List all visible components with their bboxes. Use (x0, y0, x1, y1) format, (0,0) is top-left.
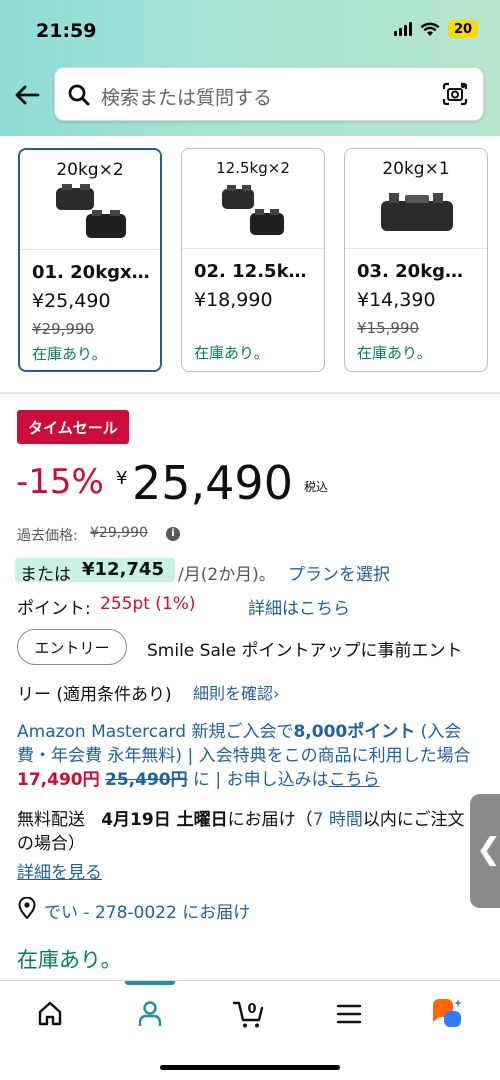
card-offer-text: Amazon Mastercard 新規ご入会で (17, 722, 294, 742)
tax-label: 税込 (304, 480, 329, 494)
variation-card-2[interactable]: 12.5kg×2 02. 12.5k… ¥18,990 在庫あり。 (181, 148, 325, 372)
card-offer-original-price: 25,490円 (105, 770, 188, 790)
variation-image: 20kg×1 (345, 149, 487, 249)
location-pin-icon (18, 897, 36, 919)
variation-price: ¥14,390 (357, 289, 436, 311)
free-shipping-label: 無料配送 (17, 810, 85, 830)
time-sale-badge: タイムセール (17, 410, 129, 444)
price-value: 25,490 (132, 456, 293, 510)
menu-icon[interactable] (332, 997, 366, 1031)
installment-or-label: または (20, 565, 71, 585)
variation-card-3[interactable]: 20kg×1 03. 20kg… ¥14,390 ¥15,990 在庫あり。 (344, 148, 488, 372)
smile-sale-terms-link[interactable]: 細則を確認› (193, 680, 279, 704)
nav-active-indicator (125, 981, 175, 985)
dumbbell-single-image (381, 193, 453, 231)
card-offer-apply-link[interactable]: こちら (329, 770, 380, 790)
card-offer-text-3: に | お申し込みは (187, 770, 329, 790)
delivery-date: 4月19日 土曜日 (101, 810, 228, 830)
cart-icon[interactable]: 0 (232, 997, 266, 1031)
variation-name: 01. 20kgx… (32, 262, 150, 283)
dumbbell-pair-image (222, 185, 284, 235)
wifi-icon (420, 22, 440, 36)
info-icon[interactable]: i (166, 527, 180, 541)
section-divider (0, 392, 500, 394)
chevron-left-icon: ❮ (476, 832, 500, 867)
side-drawer-tab[interactable]: ❮ (470, 794, 500, 908)
back-arrow-icon[interactable] (12, 80, 42, 110)
bottom-navigation: 0 (0, 980, 500, 1080)
delivery-location-link[interactable]: でい - 278-0022 にお届け (44, 898, 250, 923)
points-value: 255pt (1%) (100, 594, 196, 614)
variation-selector: 20kg×2 01. 20kgx… ¥25,490 ¥29,990 在庫あり。 … (0, 136, 500, 392)
variation-name: 02. 12.5k… (194, 261, 307, 282)
home-indicator (160, 1065, 340, 1070)
variation-stock: 在庫あり。 (194, 344, 269, 362)
status-time: 21:59 (36, 20, 97, 42)
card-offer-points: 8,000ポイント (293, 722, 416, 742)
delivery-suffix: にお届け（ (227, 810, 313, 830)
installment-amount: ¥12,745 (82, 559, 164, 580)
dumbbell-pair-image (56, 184, 126, 238)
card-offer-discounted-price: 17,490円 (17, 770, 100, 790)
past-price: ¥29,990 (90, 525, 148, 541)
smile-sale-text: Smile Sale ポイントアップに事前エント (147, 641, 463, 661)
stock-status: 在庫あり。 (17, 948, 122, 972)
entry-button[interactable]: エントリー (17, 629, 127, 665)
variation-price: ¥25,490 (32, 290, 111, 312)
variation-image-label: 20kg×2 (56, 160, 124, 180)
points-label: ポイント: (17, 599, 91, 619)
camera-search-icon[interactable] (441, 80, 469, 108)
delivery-info: 無料配送 4月19日 土曜日にお届け（7 時間以内にご注文の場合） (17, 808, 477, 856)
delivery-hours: 7 時間 (312, 810, 363, 830)
battery-icon: 20 (448, 20, 478, 38)
home-icon[interactable] (33, 997, 67, 1031)
variation-image-label: 12.5kg×2 (216, 159, 290, 177)
past-price-label: 過去価格: (17, 528, 78, 544)
smile-sale-text-cont: リー (適用条件あり) (17, 685, 172, 705)
account-icon[interactable] (133, 997, 167, 1031)
points-details-link[interactable]: 詳細はこちら (248, 594, 350, 619)
discount-percent: -15% (16, 462, 104, 502)
app-header: 21:59 20 検索または質問する (0, 0, 500, 136)
search-input[interactable]: 検索または質問する (54, 67, 484, 121)
variation-old-price: ¥15,990 (357, 319, 420, 337)
variation-stock: 在庫あり。 (357, 344, 432, 362)
installment-period: /月(2か月)。 (178, 565, 276, 585)
variation-image-label: 20kg×1 (382, 159, 450, 179)
variation-image: 12.5kg×2 (182, 149, 324, 249)
variation-price: ¥18,990 (194, 289, 273, 311)
variation-image: 20kg×2 (20, 150, 160, 250)
currency-symbol: ¥ (116, 468, 128, 489)
card-offer-promo[interactable]: Amazon Mastercard 新規ご入会で8,000ポイント (入会費・年… (17, 720, 487, 792)
variation-card-1[interactable]: 20kg×2 01. 20kgx… ¥25,490 ¥29,990 在庫あり。 (18, 148, 162, 372)
signal-icon (394, 22, 412, 36)
variation-name: 03. 20kg… (357, 261, 464, 282)
delivery-details-link[interactable]: 詳細を見る (17, 858, 102, 883)
select-plan-link[interactable]: プランを選択 (288, 560, 390, 585)
rufus-assistant-icon[interactable] (430, 997, 464, 1031)
search-icon (68, 84, 90, 106)
variation-old-price: ¥29,990 (32, 320, 95, 338)
cart-count: 0 (247, 1002, 256, 1017)
variation-stock: 在庫あり。 (32, 345, 107, 363)
status-icons: 20 (394, 20, 478, 38)
search-placeholder: 検索または質問する (101, 87, 273, 109)
